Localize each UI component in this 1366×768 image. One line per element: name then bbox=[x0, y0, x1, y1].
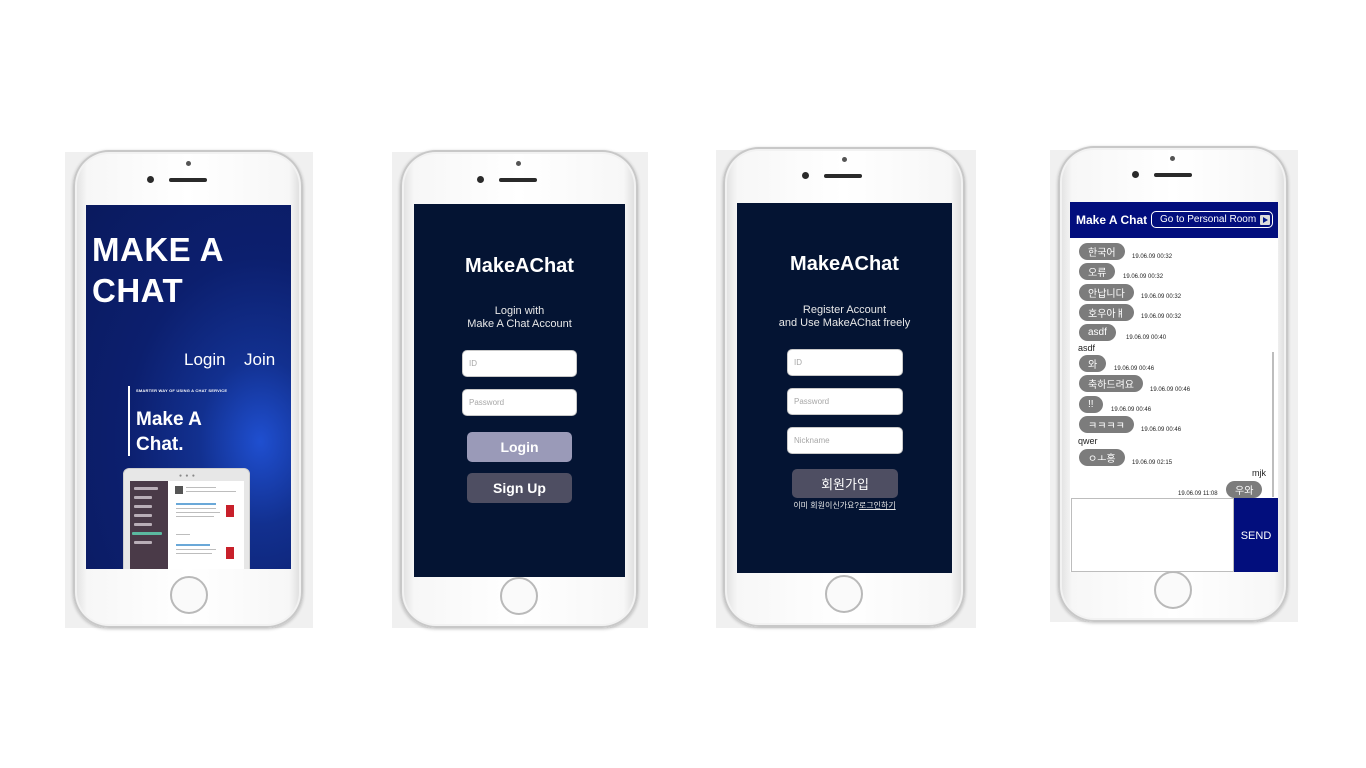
tablet-preview-image: ● ● ● bbox=[123, 468, 250, 569]
earpiece-speaker bbox=[1154, 173, 1192, 177]
tagline: Make A Chat. bbox=[136, 407, 202, 457]
message-time: 19.06.09 00:32 bbox=[1132, 254, 1173, 260]
front-camera bbox=[477, 176, 484, 183]
phone-frame-3: MakeAChat Register Account and Use MakeA… bbox=[723, 147, 965, 627]
message-bubble: 안납니다 bbox=[1079, 284, 1134, 301]
signup-button[interactable]: Sign Up bbox=[467, 473, 572, 503]
id-input[interactable]: ID bbox=[787, 349, 903, 376]
home-button[interactable] bbox=[500, 577, 538, 615]
home-button[interactable] bbox=[825, 575, 863, 613]
landing-screen: MAKE A CHAT Login Join SMARTER WAY OF US… bbox=[86, 205, 291, 569]
login-link[interactable]: Login bbox=[184, 350, 226, 370]
login-link[interactable]: 로그인하기 bbox=[859, 501, 896, 510]
message-bubble: 와 bbox=[1079, 355, 1107, 372]
home-button[interactable] bbox=[1154, 571, 1192, 609]
join-link[interactable]: Join bbox=[244, 350, 275, 370]
front-camera bbox=[1132, 171, 1139, 178]
message-bubble: 축하드려요 bbox=[1079, 375, 1143, 392]
accent-divider bbox=[128, 386, 130, 456]
app-title: MakeAChat bbox=[465, 255, 574, 277]
front-camera bbox=[147, 176, 154, 183]
message-time: 19.06.09 00:32 bbox=[1141, 314, 1182, 320]
message-input[interactable] bbox=[1071, 498, 1234, 572]
message-time: 19.06.09 00:46 bbox=[1141, 427, 1182, 433]
chat-header: Make A Chat Go to Personal Room bbox=[1070, 202, 1278, 238]
id-input[interactable]: ID bbox=[462, 350, 577, 377]
app-title: MakeAChat bbox=[790, 253, 899, 275]
password-input[interactable]: Password bbox=[787, 388, 903, 415]
message-time: 19.06.09 00:46 bbox=[1114, 366, 1155, 372]
message-bubble-own: 우와 bbox=[1226, 481, 1263, 498]
front-camera bbox=[802, 172, 809, 179]
login-subtitle-line1: Login with bbox=[494, 305, 545, 317]
sensor bbox=[186, 161, 191, 166]
message-time: 19.06.09 11:08 bbox=[1178, 491, 1218, 497]
tablet-camera-dots: ● ● ● bbox=[179, 473, 196, 479]
sensor bbox=[516, 161, 521, 166]
register-subtitle-line1: Register Account bbox=[802, 304, 887, 316]
login-button[interactable]: Login bbox=[467, 432, 572, 462]
message-sender: mjk bbox=[1252, 468, 1266, 478]
home-button[interactable] bbox=[170, 576, 208, 614]
message-plain: asdf bbox=[1078, 343, 1096, 353]
phone-frame-4: Make A Chat Go to Personal Room 한국어 19.0… bbox=[1058, 146, 1288, 622]
message-bubble: 오류 bbox=[1079, 263, 1116, 280]
brand-title-line1: MAKE A bbox=[92, 231, 224, 268]
chat-screen: Make A Chat Go to Personal Room 한국어 19.0… bbox=[1070, 202, 1278, 572]
sensor bbox=[1170, 156, 1175, 161]
login-prompt: 이미 회원이신가요?로그인하기 bbox=[737, 500, 952, 511]
earpiece-speaker bbox=[824, 174, 862, 178]
nickname-input[interactable]: Nickname bbox=[787, 427, 903, 454]
register-subtitle-line2: and Use MakeAChat freely bbox=[778, 317, 911, 329]
message-bubble: 한국어 bbox=[1079, 243, 1125, 260]
login-subtitle-line2: Make A Chat Account bbox=[467, 318, 572, 330]
register-button[interactable]: 회원가입 bbox=[792, 469, 898, 498]
register-subtitle: Register Account and Use MakeAChat freel… bbox=[737, 304, 952, 330]
earpiece-speaker bbox=[499, 178, 537, 182]
personal-room-button[interactable]: Go to Personal Room bbox=[1151, 211, 1273, 228]
send-button[interactable]: SEND bbox=[1234, 498, 1278, 572]
message-bubble: ㅇㅗ홍 bbox=[1079, 449, 1125, 466]
message-bubble: ㅋㅋㅋㅋ bbox=[1079, 416, 1134, 433]
message-time: 19.06.09 00:40 bbox=[1126, 335, 1167, 341]
message-time: 19.06.09 00:32 bbox=[1123, 274, 1164, 280]
message-time: 19.06.09 02:15 bbox=[1132, 460, 1173, 466]
message-bubble: !! bbox=[1079, 396, 1103, 413]
message-time: 19.06.09 00:46 bbox=[1111, 407, 1152, 413]
already-member-text: 이미 회원이신가요? bbox=[793, 501, 859, 510]
brand-title: MAKE A CHAT bbox=[92, 229, 224, 311]
phone-frame-2: MakeAChat Login with Make A Chat Account… bbox=[400, 150, 638, 628]
message-time: 19.06.09 00:46 bbox=[1150, 387, 1191, 393]
personal-room-label: Go to Personal Room bbox=[1160, 214, 1257, 225]
message-bubble: asdf bbox=[1079, 324, 1116, 341]
tagline-small: SMARTER WAY OF USING A CHAT SERVICE bbox=[136, 388, 228, 393]
tagline-line1: Make A bbox=[136, 409, 202, 430]
password-input[interactable]: Password bbox=[462, 389, 577, 416]
login-screen: MakeAChat Login with Make A Chat Account… bbox=[414, 204, 625, 577]
earpiece-speaker bbox=[169, 178, 207, 182]
login-subtitle: Login with Make A Chat Account bbox=[414, 305, 625, 331]
chat-scrollbar[interactable] bbox=[1272, 352, 1274, 497]
phone-frame-1: MAKE A CHAT Login Join SMARTER WAY OF US… bbox=[73, 150, 303, 628]
message-plain: qwer bbox=[1078, 436, 1098, 446]
message-bubble: 호우아ㅒ bbox=[1079, 304, 1134, 321]
sensor bbox=[842, 157, 847, 162]
chat-title: Make A Chat bbox=[1076, 213, 1148, 227]
register-screen: MakeAChat Register Account and Use MakeA… bbox=[737, 203, 952, 573]
play-icon bbox=[1260, 214, 1271, 225]
brand-title-line2: CHAT bbox=[92, 272, 184, 309]
tagline-line2: Chat. bbox=[136, 434, 184, 455]
message-time: 19.06.09 00:32 bbox=[1141, 294, 1182, 300]
